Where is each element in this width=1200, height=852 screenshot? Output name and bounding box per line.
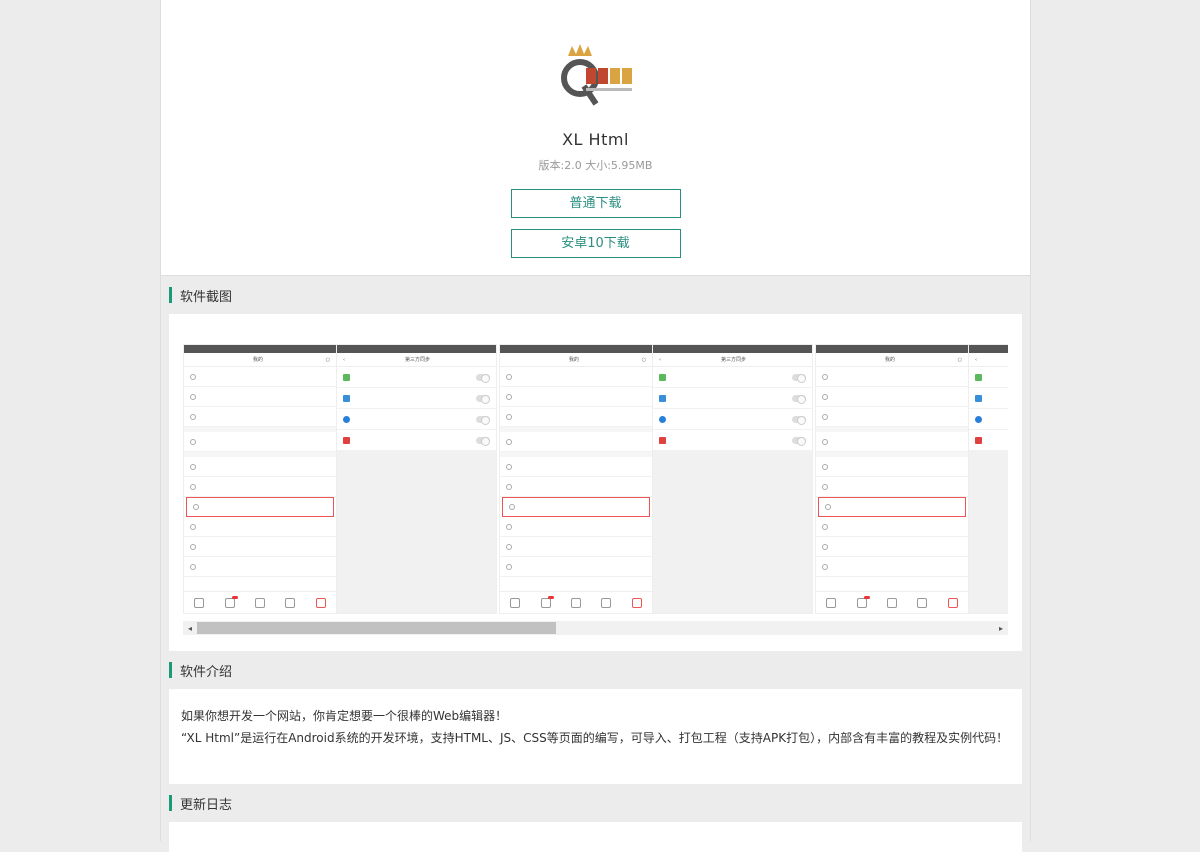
- message-icon: [856, 595, 870, 608]
- normal-download-button[interactable]: 普通下载: [510, 189, 681, 218]
- weibo-icon: [343, 436, 351, 444]
- app-title: XL Html: [562, 130, 629, 149]
- screenshot-image[interactable]: 我的 ○: [499, 344, 813, 614]
- alipay-icon: [659, 394, 667, 402]
- phone-screen-right: ‹: [969, 345, 1008, 613]
- phone-screen-left: 我的 ○: [184, 345, 338, 613]
- qq-icon: [343, 415, 351, 423]
- section-bar: [169, 795, 172, 811]
- message-icon: [540, 595, 554, 608]
- home-icon: [826, 597, 837, 608]
- highlighted-row: [186, 497, 335, 517]
- section-title-text: 软件截图: [180, 289, 233, 305]
- screenshots-section-title: 软件截图: [161, 276, 1030, 314]
- changelog-section-title: 更新日志: [161, 784, 1030, 822]
- section-bar: [169, 287, 172, 303]
- tool-icon: [254, 597, 265, 608]
- home-icon: [510, 597, 521, 608]
- weibo-icon: [975, 436, 983, 444]
- back-icon: ‹: [975, 356, 978, 363]
- discover-icon: [601, 597, 612, 608]
- phone-screen-right: ‹ 第三方同步: [653, 345, 812, 613]
- app-header: XL Html 版本:2.0 大小:5.95MB 普通下载 安卓10下载: [161, 0, 1030, 276]
- user-icon: [631, 597, 642, 608]
- screenshot-image[interactable]: 我的 ○: [815, 344, 1008, 614]
- discover-icon: [917, 597, 928, 608]
- scroll-track[interactable]: [197, 622, 994, 634]
- horizontal-scrollbar[interactable]: ◂ ▸: [183, 621, 1008, 635]
- discover-icon: [285, 597, 296, 608]
- phone-screen-right: ‹ 第三方同步: [337, 345, 496, 613]
- home-icon: [194, 597, 205, 608]
- qq-icon: [659, 415, 667, 423]
- section-title-text: 软件介绍: [180, 664, 233, 680]
- page-container: XL Html 版本:2.0 大小:5.95MB 普通下载 安卓10下载 软件截…: [160, 0, 1031, 852]
- screenshot-gallery: 我的 ○ ‹ 第三方同步 我的 ○ ‹ 第三方同步 我的 ○ ‹ ◂ ▸: [169, 314, 1022, 651]
- search-icon: ○: [957, 356, 963, 363]
- back-icon: ‹: [659, 356, 662, 363]
- back-icon: ‹: [343, 356, 346, 363]
- alipay-icon: [975, 394, 983, 402]
- alipay-icon: [343, 394, 351, 402]
- android10-download-button[interactable]: 安卓10下载: [510, 229, 681, 258]
- qq-icon: [975, 415, 983, 423]
- user-icon: [315, 597, 326, 608]
- intro-line: “XL Html”是运行在Android系统的开发环境，支持HTML、JS、CS…: [181, 731, 1009, 745]
- intro-content: 如果你想开发一个网站，你肯定想要一个很棒的Web编辑器！ “XL Html”是运…: [169, 689, 1022, 784]
- scroll-left-icon[interactable]: ◂: [183, 624, 197, 633]
- weibo-icon: [659, 436, 667, 444]
- scroll-thumb[interactable]: [197, 622, 556, 634]
- search-icon: ○: [641, 356, 647, 363]
- phone-tabbar: [184, 591, 337, 613]
- phone-screen-left: 我的 ○: [816, 345, 970, 613]
- phone-screen-left: 我的 ○: [500, 345, 654, 613]
- wechat-icon: [659, 373, 667, 381]
- scroll-right-icon[interactable]: ▸: [994, 624, 1008, 633]
- tool-icon: [886, 597, 897, 608]
- app-logo: [556, 42, 636, 118]
- phone-tabbar: [816, 591, 969, 613]
- changelog-content: [169, 822, 1022, 852]
- screenshot-strip[interactable]: 我的 ○ ‹ 第三方同步 我的 ○ ‹ 第三方同步 我的 ○ ‹: [183, 344, 1008, 614]
- tool-icon: [570, 597, 581, 608]
- phone-tabbar: [500, 591, 653, 613]
- intro-section-title: 软件介绍: [161, 651, 1030, 689]
- highlighted-row: [502, 497, 651, 517]
- message-icon: [224, 595, 238, 608]
- wechat-icon: [975, 373, 983, 381]
- user-icon: [947, 597, 958, 608]
- search-icon: ○: [325, 356, 331, 363]
- section-title-text: 更新日志: [180, 797, 233, 813]
- wechat-icon: [343, 373, 351, 381]
- intro-line: 如果你想开发一个网站，你肯定想要一个很棒的Web编辑器！: [181, 709, 508, 723]
- highlighted-row: [818, 497, 967, 517]
- app-version-size: 版本:2.0 大小:5.95MB: [538, 159, 653, 172]
- section-bar: [169, 662, 172, 678]
- screenshot-image[interactable]: 我的 ○: [183, 344, 497, 614]
